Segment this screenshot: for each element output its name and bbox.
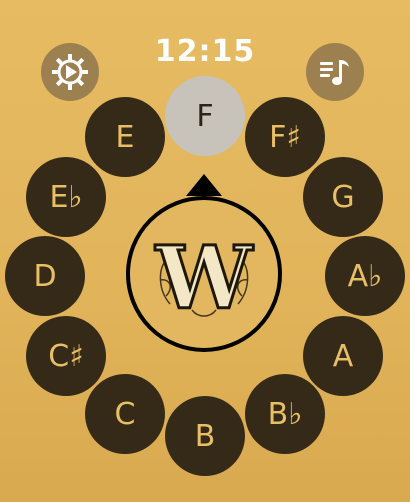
note-label: C [114,396,136,432]
note-E-flat[interactable]: E♭ [26,157,106,237]
note-label: A♭ [347,258,383,294]
note-label: C♯ [48,338,84,374]
note-label: B♭ [267,396,303,432]
note-C-sharp[interactable]: C♯ [26,316,106,396]
note-C[interactable]: C [85,374,165,454]
music-list-icon [320,60,349,85]
w-monogram-logo: W [153,227,255,331]
note-B-flat[interactable]: B♭ [245,374,325,454]
logo-letter: W [155,228,254,329]
note-label: E [115,119,135,155]
note-label: G [331,179,355,215]
music-list-button[interactable] [306,43,364,101]
gear-play-icon [52,54,88,90]
note-label: D [33,258,57,294]
note-B[interactable]: B [165,396,245,476]
note-G[interactable]: G [303,157,383,237]
logo-dial[interactable]: W [126,196,282,352]
note-label: B [194,418,216,454]
note-A[interactable]: A [303,316,383,396]
note-A-flat[interactable]: A♭ [325,236,405,316]
note-label: A [332,338,354,374]
note-label: E♭ [49,179,83,215]
selection-pointer [186,174,222,196]
note-F-sharp[interactable]: F♯ [245,97,325,177]
note-D[interactable]: D [5,236,85,316]
note-label: F [196,98,214,134]
note-E[interactable]: E [85,97,165,177]
note-F[interactable]: F [165,76,245,156]
settings-button[interactable] [41,43,99,101]
note-label: F♯ [269,119,301,155]
